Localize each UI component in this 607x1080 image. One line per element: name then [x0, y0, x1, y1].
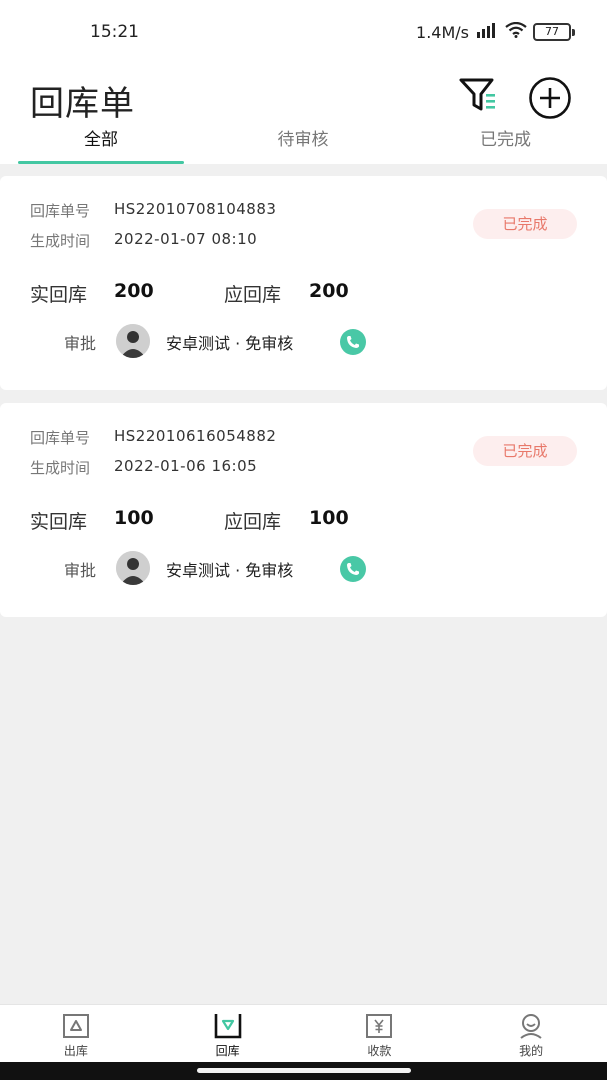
return-order-card[interactable]: 回库单号 HS22010616054882 生成时间 2022-01-06 16…	[0, 403, 607, 617]
return-order-list: 回库单号 HS22010708104883 生成时间 2022-01-07 08…	[0, 176, 607, 630]
created-at-value: 2022-01-07 08:10	[114, 230, 258, 248]
order-no-value: HS22010708104883	[114, 200, 277, 218]
actual-return-value: 100	[114, 507, 154, 529]
status-badge: 已完成	[473, 436, 577, 466]
created-at-label: 生成时间	[30, 232, 91, 250]
tab-pending[interactable]: 待审核	[202, 122, 404, 164]
nav-label: 我的	[519, 1044, 544, 1058]
nav-item-profile[interactable]: 我的	[455, 1005, 607, 1063]
yuan-icon	[366, 1014, 393, 1038]
actual-return-value: 200	[114, 280, 154, 302]
tab-completed[interactable]: 已完成	[404, 122, 607, 164]
page-title: 回库单	[30, 84, 135, 124]
approver-name: 安卓测试 · 免审核	[166, 334, 294, 353]
approve-label: 审批	[64, 334, 97, 353]
signal-icon	[475, 22, 499, 42]
header: 回库单 全部 待审核 已完成	[0, 66, 607, 164]
expected-return-value: 200	[309, 280, 349, 302]
home-indicator[interactable]	[197, 1068, 411, 1073]
outbound-icon	[62, 1014, 89, 1038]
avatar	[116, 324, 150, 358]
actual-return-label: 实回库	[30, 511, 88, 533]
nav-label: 出库	[63, 1044, 88, 1058]
wifi-icon	[505, 21, 527, 42]
nav-label: 回库	[215, 1044, 240, 1058]
plus-circle-icon	[529, 77, 571, 119]
status-bar: 15:21 1.4M/s 77	[0, 0, 607, 66]
expected-return-label: 应回库	[224, 511, 282, 533]
phone-icon	[347, 563, 359, 575]
net-speed: 1.4M/s	[416, 22, 469, 42]
approve-label: 审批	[64, 561, 97, 580]
expected-return-value: 100	[309, 507, 349, 529]
nav-item-payment[interactable]: 收款	[304, 1005, 456, 1063]
filter-button[interactable]	[458, 76, 500, 116]
battery-level: 77	[533, 23, 571, 41]
return-order-card[interactable]: 回库单号 HS22010708104883 生成时间 2022-01-07 08…	[0, 176, 607, 390]
tab-all[interactable]: 全部	[0, 122, 202, 164]
profile-icon	[520, 1014, 542, 1039]
bottom-nav: 出库 回库 收款 我的	[0, 1004, 607, 1063]
add-button[interactable]	[528, 76, 572, 120]
order-no-label: 回库单号	[30, 429, 91, 447]
actual-return-label: 实回库	[30, 284, 88, 306]
app-root: 15:21 1.4M/s 77 回库单 全部 待审核 已完成 回库单号 HS22…	[0, 0, 607, 1080]
filter-icon	[459, 78, 495, 111]
nav-item-return[interactable]: 回库	[152, 1005, 304, 1063]
battery-tip	[572, 28, 575, 36]
order-no-label: 回库单号	[30, 202, 91, 220]
nav-label: 收款	[367, 1044, 392, 1058]
return-icon	[214, 1014, 241, 1039]
created-at-label: 生成时间	[30, 459, 91, 477]
avatar	[116, 551, 150, 585]
phone-button[interactable]	[340, 556, 366, 582]
approver-name: 安卓测试 · 免审核	[166, 561, 294, 580]
tab-bar: 全部 待审核 已完成	[0, 122, 607, 164]
phone-button[interactable]	[340, 329, 366, 355]
status-time: 15:21	[90, 22, 139, 42]
expected-return-label: 应回库	[224, 284, 282, 306]
battery-icon: 77	[533, 23, 575, 41]
status-indicators: 1.4M/s 77	[416, 21, 575, 42]
order-no-value: HS22010616054882	[114, 427, 277, 445]
nav-item-outbound[interactable]: 出库	[0, 1005, 152, 1063]
phone-icon	[347, 336, 359, 348]
status-badge: 已完成	[473, 209, 577, 239]
created-at-value: 2022-01-06 16:05	[114, 457, 258, 475]
